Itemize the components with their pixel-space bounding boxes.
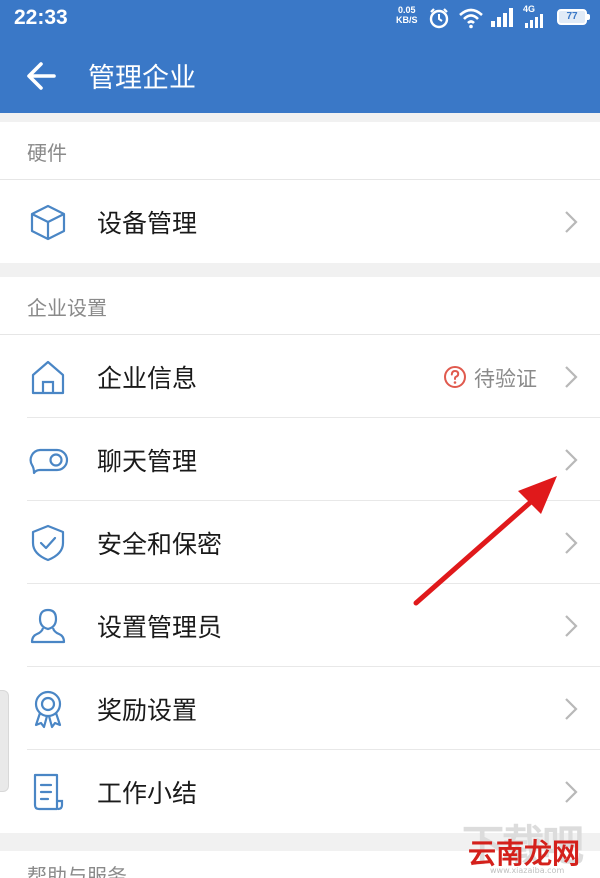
status-text: 待验证 [474, 367, 537, 391]
battery-icon: 77 [557, 9, 590, 25]
document-icon [33, 773, 64, 811]
menu-item-chat-management[interactable]: 聊天管理 [27, 418, 600, 501]
status-time: 22:33 [14, 6, 68, 29]
chevron-right-icon [565, 615, 578, 637]
menu-item-label: 安全和保密 [97, 530, 223, 559]
shield-check-icon [31, 524, 65, 562]
signal-icon [491, 8, 513, 27]
section-header: 硬件 [0, 122, 600, 180]
edge-handle[interactable] [0, 690, 9, 792]
app-bar: 管理企业 [0, 38, 600, 113]
menu-item-label: 聊天管理 [97, 447, 198, 476]
alarm-icon [429, 8, 449, 29]
menu-item-enterprise-info[interactable]: 企业信息 待验证 [27, 335, 600, 418]
chevron-right-icon [565, 781, 578, 803]
menu-item-label: 企业信息 [97, 364, 198, 393]
signal-4g-icon [525, 14, 543, 28]
chevron-right-icon [565, 211, 578, 233]
menu-item-label: 设备管理 [97, 209, 198, 238]
menu-item-device-management[interactable]: 设备管理 [27, 180, 600, 263]
menu-item-reward-settings[interactable]: 奖励设置 [27, 667, 600, 750]
toggle-chat-icon [29, 448, 69, 475]
menu-item-set-admin[interactable]: 设置管理员 [27, 584, 600, 667]
chevron-right-icon [565, 532, 578, 554]
menu-item-label: 奖励设置 [97, 696, 198, 725]
network-type: 4G [523, 4, 536, 14]
watermark-logo: 下载吧 云南龙网 www.xiazaiba.com [462, 812, 600, 878]
chevron-right-icon [565, 698, 578, 720]
menu-item-label: 工作小结 [97, 779, 198, 808]
person-icon [30, 608, 66, 644]
menu-item-label: 设置管理员 [97, 613, 223, 642]
home-icon [31, 360, 65, 395]
menu-item-security[interactable]: 安全和保密 [27, 501, 600, 584]
cube-icon [30, 204, 66, 241]
wifi-icon [459, 8, 483, 29]
watermark-url-text: www.xiazaiba.com [490, 866, 565, 875]
section-enterprise-settings: 企业设置 企业信息 待验证 聊天管理 安全和保密 设置管理员 奖励设置 工作小结 [0, 277, 600, 833]
chevron-right-icon [565, 366, 578, 388]
section-header: 企业设置 [0, 277, 600, 335]
page-title: 管理企业 [88, 63, 196, 94]
section-hardware: 硬件 设备管理 [0, 122, 600, 263]
award-medal-icon [34, 690, 62, 729]
chevron-right-icon [565, 449, 578, 471]
status-bar: 22:33 0.05 KB/S 4G 77 [0, 0, 600, 38]
question-circle-icon [444, 366, 466, 388]
network-speed: 0.05 KB/S [396, 5, 418, 25]
back-arrow-icon[interactable] [22, 56, 62, 96]
